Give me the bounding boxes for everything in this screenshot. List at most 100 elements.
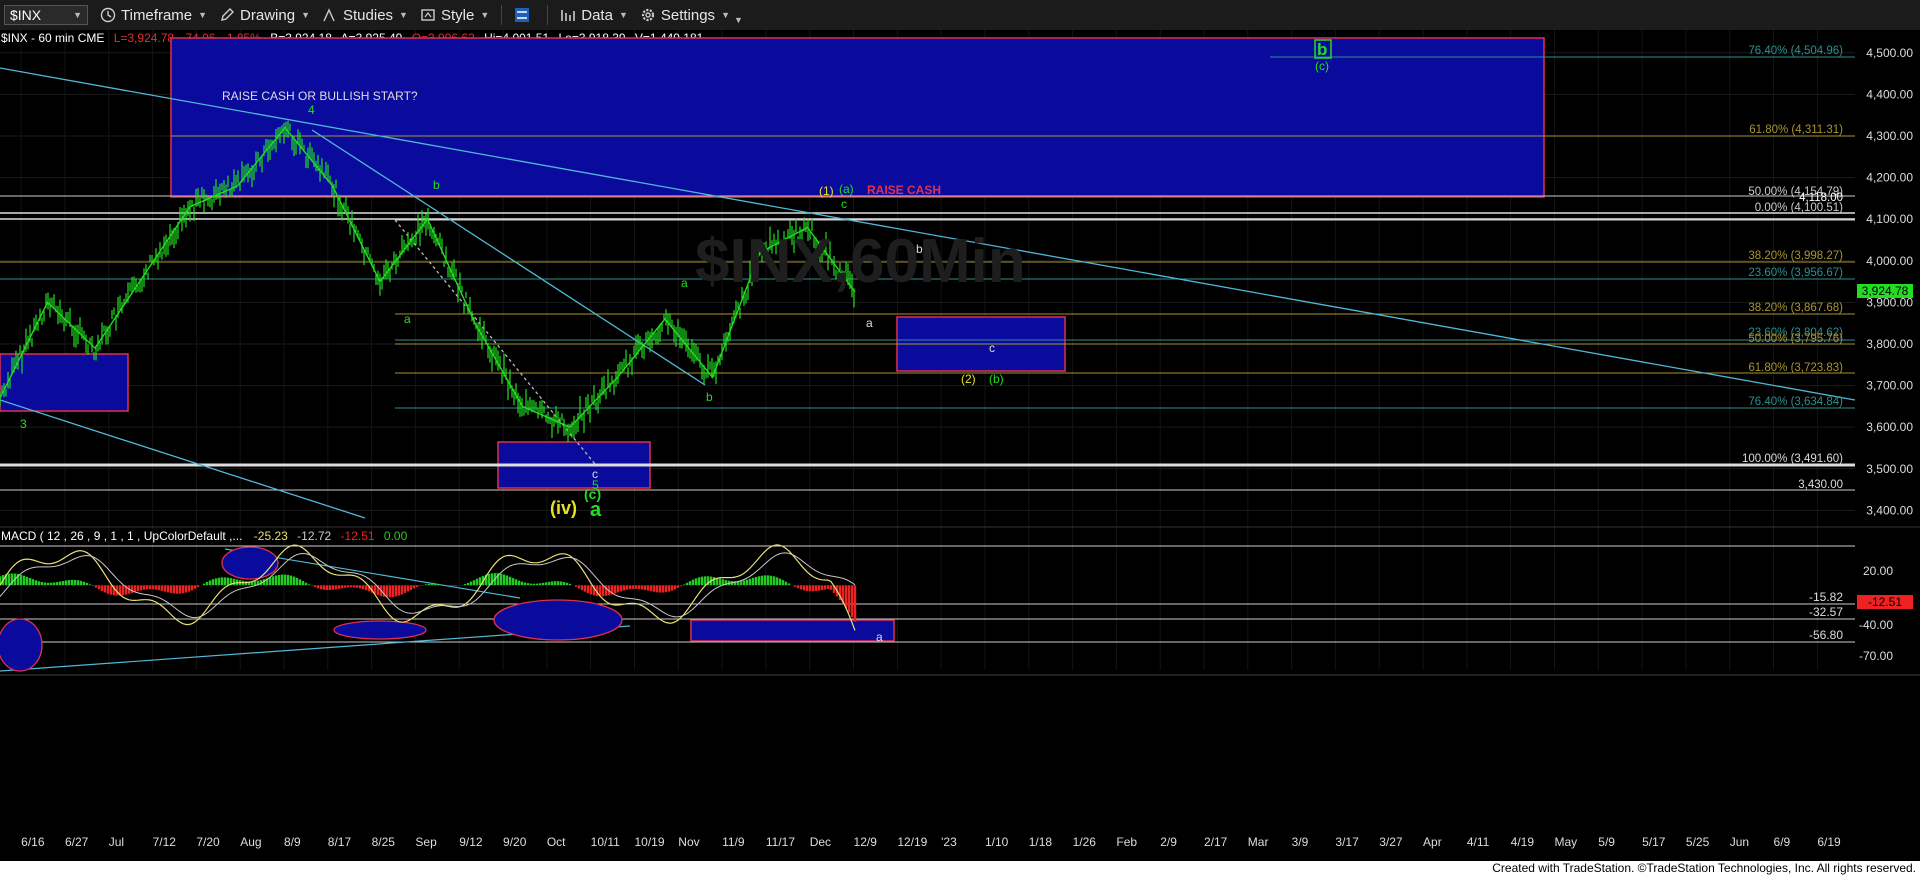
macd-axis-tick: -40.00 [1859,618,1893,632]
wave-label: (1) [819,184,834,198]
price-axis-tick: 4,000.00 [1866,254,1913,268]
price-axis-tick: 3,600.00 [1866,420,1913,434]
wave-label: c [989,341,995,355]
wave3-zone[interactable] [0,353,129,412]
date-axis-tick: 1/18 [1029,835,1053,849]
bar-chart-icon [561,10,576,21]
date-axis-tick: 10/11 [591,835,620,849]
date-axis-tick: 6/19 [1817,835,1841,849]
price-axis-tick: 4,300.00 [1866,129,1913,143]
macd-value: -25.23 [254,529,288,543]
date-axis-tick: Aug [240,835,261,849]
data-menu[interactable]: Data ▼ [560,7,628,24]
date-axis-tick: 6/9 [1774,835,1791,849]
chart-area[interactable]: $INX - 60 min CME L=3,924.78 -74.06 -1.8… [0,30,1920,861]
price-axis-tick: 3,700.00 [1866,379,1913,393]
wave-label: b [433,178,440,192]
fib-label: 100.00% (3,491.60) [1742,453,1843,465]
timeframe-label: Timeframe [121,6,193,24]
current-price-label: 3,924.78 [1862,284,1909,298]
chevron-down-icon: ▼ [480,10,490,20]
timeframe-menu[interactable]: Timeframe ▼ [100,7,207,24]
date-axis-tick: 7/12 [153,835,177,849]
footer-text: Created with TradeStation. ©TradeStation… [1492,861,1916,875]
date-axis-tick: 9/12 [459,835,483,849]
date-axis-tick: 10/19 [634,835,664,849]
wave-label: (2) [961,372,976,386]
wave-label: b [916,242,923,256]
date-axis-tick: 11/17 [766,835,795,849]
fib-label: 61.80% (4,311.31) [1749,124,1843,136]
wave-label: a [404,312,411,326]
last-price: L=3,924.78 [114,31,175,45]
date-axis-tick: '23 [941,835,957,849]
chevron-down-icon: ▼ [399,10,408,20]
wave-label: 4 [308,103,315,117]
date-axis-tick: 8/9 [284,835,301,849]
studies-menu[interactable]: Studies ▼ [322,7,408,24]
wave-label: a [590,499,602,521]
data-label: Data [581,6,613,24]
wave-label: c [841,197,847,211]
date-axis-tick: Dec [810,835,831,849]
style-label: Style [440,6,475,24]
macd-hist-value: -12.51 [341,529,375,543]
annotation-raise-cash: RAISE CASH [867,183,941,197]
date-axis-tick: 6/27 [65,835,89,849]
footer-credit: Created with TradeStation. ©TradeStation… [0,861,1920,875]
date-axis-tick: 4/19 [1511,835,1535,849]
wave-label: b [706,390,713,404]
price-axis-tick: 4,400.00 [1866,87,1913,101]
macd-level-label: -32.57 [1809,605,1843,619]
price-axis-tick: 4,500.00 [1866,46,1913,60]
macd-axis-tick: 20.00 [1863,564,1893,578]
date-axis-tick: Sep [415,835,437,849]
pencil-icon [221,8,235,21]
wave-label: 3 [20,417,27,431]
wave-label: b [1317,40,1327,59]
wave-label: (c) [1315,59,1329,73]
settings-menu[interactable]: Settings ▼ [640,7,730,24]
fib-label: 76.40% (4,504.96) [1748,45,1843,57]
macd-current-label: -12.51 [1868,595,1902,609]
style-menu[interactable]: Style ▼ [420,7,489,24]
layout-button[interactable] [514,7,535,23]
date-axis-tick: 5/9 [1598,835,1615,849]
date-axis-tick: 1/26 [1073,835,1097,849]
price-axis-tick: 3,800.00 [1866,337,1913,351]
level-label: 3,430.00 [1798,479,1843,491]
toolbar: $INX ▼ Timeframe ▼ Drawing ▼ Studies ▼ S… [0,0,1920,31]
date-axis-tick: 9/20 [503,835,527,849]
fib-label: 23.60% (3,956.67) [1748,267,1843,279]
date-axis-tick: 3/17 [1335,835,1359,849]
date-axis-tick: 2/9 [1160,835,1177,849]
wave-label: (b) [989,372,1004,386]
date-axis-tick: 3/27 [1379,835,1403,849]
raise-cash-zone[interactable] [170,37,1545,198]
date-axis-tick: 6/16 [21,835,45,849]
macd-level-label: -56.80 [1809,628,1843,642]
date-axis-tick: May [1554,835,1577,849]
chevron-down-icon: ▼ [721,10,730,20]
settings-label: Settings [660,6,716,24]
fib-label: 38.20% (3,998.27) [1748,250,1843,262]
price-axis-tick: 4,100.00 [1866,212,1913,226]
symbol-value: $INX [10,7,42,23]
macd-target-zone[interactable] [690,619,895,642]
chevron-down-icon: ▼ [618,10,628,20]
wave-label: a [866,316,873,330]
date-axis-tick: 11/9 [722,835,745,849]
gear-icon [641,8,654,22]
drawing-menu[interactable]: Drawing ▼ [219,7,310,24]
symbol-selector[interactable]: $INX ▼ [4,5,88,25]
more-icon[interactable]: ▼ [734,15,743,25]
macd-label: MACD ( 12 , 26 , 9 , 1 , 1 , UpColorDefa… [1,529,242,543]
chevron-down-icon: ▼ [301,10,310,20]
chevron-down-icon: ▼ [73,10,82,20]
layout-icon [515,8,530,22]
date-axis-tick: Nov [678,835,699,849]
wave-label: (iv) [550,498,577,518]
fib-label: 61.80% (3,723.83) [1748,362,1843,374]
date-axis-tick: 2/17 [1204,835,1228,849]
toolbar-separator [547,5,549,25]
